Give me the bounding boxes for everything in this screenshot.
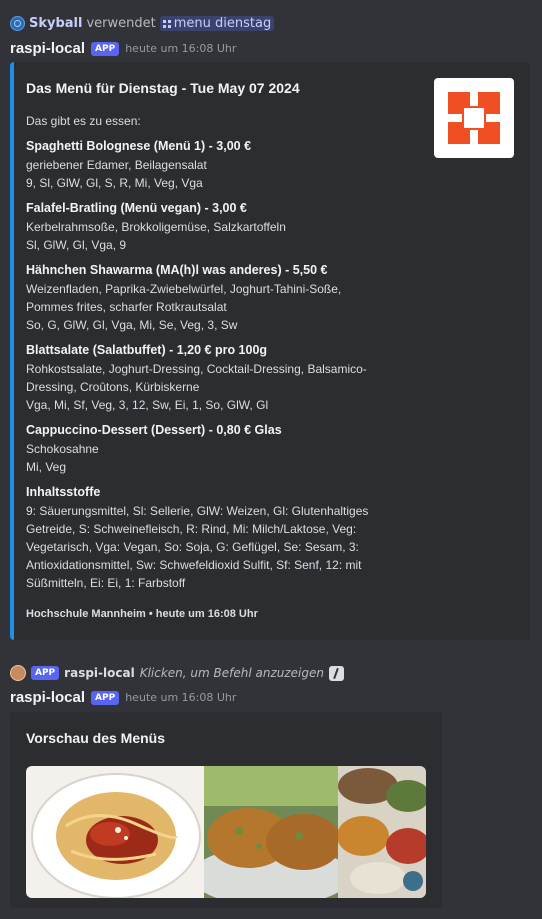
app-badge: APP <box>31 666 60 680</box>
reply-verb: verwendet <box>86 16 156 31</box>
embed-field-value-line: 9, Sl, GlW, Gl, S, R, Mi, Veg, Vga <box>26 176 203 190</box>
embed-footer: Hochschule Mannheim • heute um 16:08 Uhr <box>26 608 258 620</box>
embed-field: Blattsalate (Salatbuffet) - 1,20 € pro 1… <box>26 340 426 414</box>
embed-thumbnail[interactable] <box>434 78 514 158</box>
message-header-2: raspi-local APP heute um 16:08 Uhr <box>10 689 236 706</box>
orange-logo-icon <box>442 86 506 150</box>
embed-description: Das gibt es zu essen: Spaghetti Bolognes… <box>26 112 426 598</box>
message-author[interactable]: raspi-local <box>10 689 85 706</box>
reply-reference[interactable]: Skyball verwendet menu dienstag <box>10 16 275 31</box>
embed-field-value-line: Dressing, Croûtons, Kürbiskerne <box>26 380 200 394</box>
embed-field-value-line: geriebener Edamer, Beilagensalat <box>26 158 207 172</box>
embed-field-name: Blattsalate (Salatbuffet) - 1,20 € pro 1… <box>26 343 268 357</box>
embed-field-value-line: Süßmitteln, Ei: Ei, 1: Farbstoff <box>26 576 186 590</box>
message-header: raspi-local APP heute um 16:08 Uhr <box>10 40 236 57</box>
embed-field-name: Inhaltsstoffe <box>26 485 101 499</box>
falafel-photo[interactable] <box>204 766 338 898</box>
app-badge: APP <box>91 690 120 705</box>
embed-field-value-line: Pommes frites, scharfer Rotkrautsalat <box>26 300 227 314</box>
embed-field-value-line: Rohkostsalate, Joghurt-Dressing, Cocktai… <box>26 362 367 376</box>
embed-field-name: Cappuccino-Dessert (Dessert) - 0,80 € Gl… <box>26 423 282 437</box>
embed-field-value-line: Weizenfladen, Paprika-Zwiebelwürfel, Jog… <box>26 282 342 296</box>
reply-user[interactable]: Skyball <box>29 16 82 31</box>
embed-field: Spaghetti Bolognese (Menü 1) - 3,00 € ger… <box>26 136 426 192</box>
menu-embed: Das Menü für Dienstag - Tue May 07 2024 … <box>10 62 530 640</box>
embed-field-value-line: Vegetarisch, Vga: Vegan, So: Soja, G: Ge… <box>26 540 359 554</box>
embed-intro: Das gibt es zu essen: <box>26 114 141 128</box>
user-avatar-globe-icon <box>10 16 25 31</box>
embed-field-value-line: Vga, Mi, Sf, Veg, 3, 12, Sw, Ei, 1, So, … <box>26 398 269 412</box>
app-badge: APP <box>91 41 120 56</box>
embed-field-value-line: Schokosahne <box>26 442 99 456</box>
command-author[interactable]: raspi-local <box>64 666 135 680</box>
embed-title: Vorschau des Menüs <box>26 730 166 746</box>
embed-field: Inhaltsstoffe 9: Säuerungsmittel, Sl: Sel… <box>26 482 426 592</box>
shawarma-photo[interactable] <box>338 766 426 898</box>
message-timestamp: heute um 16:08 Uhr <box>125 42 237 55</box>
embed-field-name: Spaghetti Bolognese (Menü 1) - 3,00 € <box>26 139 252 153</box>
command-name: menu dienstag <box>173 16 272 31</box>
message-timestamp: heute um 16:08 Uhr <box>125 691 237 704</box>
embed-field-value-line: Getreide, S: Schweinefleisch, R: Rind, M… <box>26 522 357 536</box>
embed-field-value-line: Mi, Veg <box>26 460 67 474</box>
embed-field: Hähnchen Shawarma (MA(h)l was anderes) -… <box>26 260 426 334</box>
embed-field-value-line: So, G, GlW, Gl, Vga, Mi, Se, Veg, 3, Sw <box>26 318 238 332</box>
embed-field: Falafel-Bratling (Menü vegan) - 3,00 € Ke… <box>26 198 426 254</box>
command-hint[interactable]: Klicken, um Befehl anzuzeigen <box>140 666 324 680</box>
embed-field-value-line: Sl, GlW, Gl, Vga, 9 <box>26 238 127 252</box>
embed-title: Das Menü für Dienstag - Tue May 07 2024 <box>26 80 300 96</box>
embed-field-value-line: Kerbelrahmsoße, Brokkoligemüse, Salzkart… <box>26 220 286 234</box>
embed-fields: Spaghetti Bolognese (Menü 1) - 3,00 € ger… <box>26 136 426 592</box>
command-grid-icon <box>162 19 171 28</box>
embed-field-value-line: Antioxidationsmittel, Sw: Schwefeldioxid… <box>26 558 362 572</box>
slash-command-icon <box>328 665 344 681</box>
command-mention[interactable]: menu dienstag <box>159 16 275 31</box>
embed-field: Cappuccino-Dessert (Dessert) - 0,80 € Gl… <box>26 420 426 476</box>
embed-field-name: Hähnchen Shawarma (MA(h)l was anderes) -… <box>26 263 328 277</box>
bot-avatar <box>10 665 26 681</box>
embed-field-name: Falafel-Bratling (Menü vegan) - 3,00 € <box>26 201 247 215</box>
image-gallery <box>26 766 426 898</box>
spaghetti-photo[interactable] <box>26 766 204 898</box>
command-invocation-row[interactable]: APP raspi-local Klicken, um Befehl anzuz… <box>10 665 344 681</box>
preview-embed: Vorschau des Menüs <box>10 712 442 908</box>
message-author[interactable]: raspi-local <box>10 40 85 57</box>
embed-field-value-line: 9: Säuerungsmittel, Sl: Sellerie, GlW: W… <box>26 504 369 518</box>
